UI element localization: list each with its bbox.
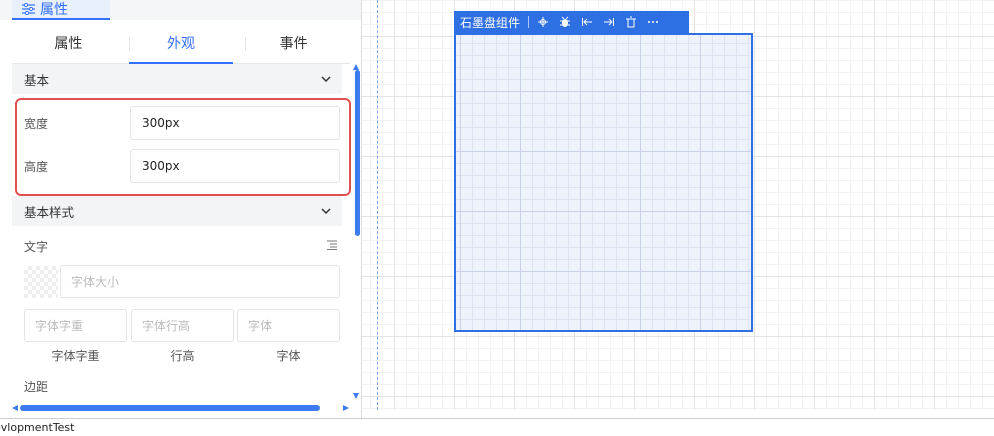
canvas-guide-line [377, 0, 378, 410]
move-right-icon[interactable] [603, 16, 615, 28]
horizontal-scrollbar[interactable] [20, 405, 320, 411]
height-input[interactable]: 300px [130, 149, 340, 183]
toolbar-divider [528, 16, 530, 28]
vertical-scrollbar[interactable] [355, 70, 360, 236]
scroll-right-arrow-icon[interactable] [343, 405, 349, 411]
color-swatch[interactable] [24, 266, 58, 298]
align-menu-icon[interactable] [327, 240, 337, 250]
properties-header-tab[interactable]: 属性 [12, 0, 110, 20]
width-label: 宽度 [24, 116, 49, 131]
property-panel: 属性 属性 外观 事件 基本 宽度 300px 高度 300px 基本样式 文字… [0, 0, 362, 418]
text-label: 文字 [24, 240, 49, 254]
more-icon[interactable] [647, 16, 659, 28]
panel-header: 属性 [0, 0, 361, 20]
move-left-icon[interactable] [581, 16, 593, 28]
height-label: 高度 [24, 159, 49, 174]
section-basic-title: 基本 [24, 72, 50, 88]
width-input[interactable]: 300px [130, 106, 340, 140]
tab-appearance[interactable]: 外观 [125, 22, 238, 64]
canvas-bottom-strip [362, 410, 994, 418]
bug-icon[interactable] [559, 16, 571, 28]
sub-tabs: 属性 外观 事件 [12, 22, 350, 64]
tab-events[interactable]: 事件 [237, 22, 350, 63]
status-text: evlopmentTest [0, 421, 75, 434]
component-toolbar: 石墨盘组件 [454, 11, 689, 33]
section-basic-style-title: 基本样式 [24, 204, 75, 220]
height-row: 高度 300px [24, 149, 340, 183]
font-size-input[interactable]: 字体大小 [60, 265, 340, 298]
font-weight-caption: 字体字重 [51, 349, 100, 363]
component-title: 石墨盘组件 [460, 15, 521, 30]
line-height-input[interactable]: 字体行高 [131, 309, 234, 342]
graphite-component[interactable] [454, 33, 753, 332]
chevron-down-icon [321, 208, 331, 215]
font-family-input[interactable]: 字体 [237, 309, 340, 342]
tab-divider [129, 37, 130, 51]
tab-properties[interactable]: 属性 [12, 22, 125, 63]
scroll-left-arrow-icon[interactable] [12, 405, 18, 411]
app-root: 属性 属性 外观 事件 基本 宽度 300px 高度 300px 基本样式 文字… [0, 0, 994, 436]
section-basic-style-header[interactable]: 基本样式 [12, 196, 342, 226]
font-weight-input[interactable]: 字体字重 [24, 309, 127, 342]
header-tab-label: 属性 [40, 2, 68, 18]
tab-divider [245, 37, 246, 51]
sliders-icon [22, 3, 35, 15]
width-row: 宽度 300px [24, 106, 340, 140]
font-family-caption: 字体 [276, 349, 301, 363]
section-basic-header[interactable]: 基本 [12, 64, 342, 94]
margin-label: 边距 [24, 380, 49, 394]
move-icon[interactable] [537, 16, 549, 28]
status-bar: evlopmentTest [0, 418, 994, 436]
chevron-down-icon [321, 76, 331, 83]
scroll-down-arrow-icon[interactable] [353, 393, 359, 399]
trash-icon[interactable] [625, 16, 637, 28]
line-height-caption: 行高 [170, 349, 195, 363]
